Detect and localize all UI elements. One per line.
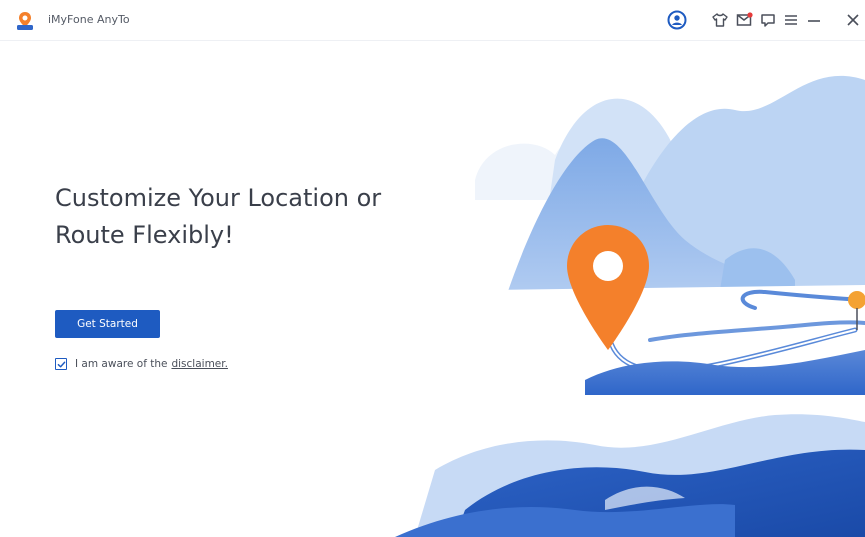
app-logo-icon	[17, 12, 33, 30]
feedback-icon[interactable]	[758, 10, 778, 30]
minimize-icon[interactable]	[804, 10, 824, 30]
mail-icon[interactable]	[734, 10, 754, 30]
disclaimer-link[interactable]: disclaimer.	[171, 358, 227, 370]
check-icon	[57, 361, 65, 367]
agree-label: I am aware of the	[75, 358, 168, 370]
title-bar: iMyFone AnyTo	[0, 0, 865, 41]
shirt-icon[interactable]	[710, 10, 730, 30]
headline-line-2: Route Flexibly!	[55, 221, 234, 249]
hero-illustration	[395, 75, 865, 537]
app-title: iMyFone AnyTo	[48, 13, 130, 26]
disclaimer-agreement: I am aware of the disclaimer.	[55, 356, 228, 372]
get-started-button[interactable]: Get Started	[55, 310, 160, 338]
agree-checkbox[interactable]	[55, 358, 67, 370]
close-icon[interactable]	[843, 10, 863, 30]
headline: Customize Your Location or Route Flexibl…	[55, 180, 475, 254]
headline-line-1: Customize Your Location or	[55, 184, 382, 212]
menu-icon[interactable]	[781, 10, 801, 30]
account-icon[interactable]	[667, 10, 687, 30]
